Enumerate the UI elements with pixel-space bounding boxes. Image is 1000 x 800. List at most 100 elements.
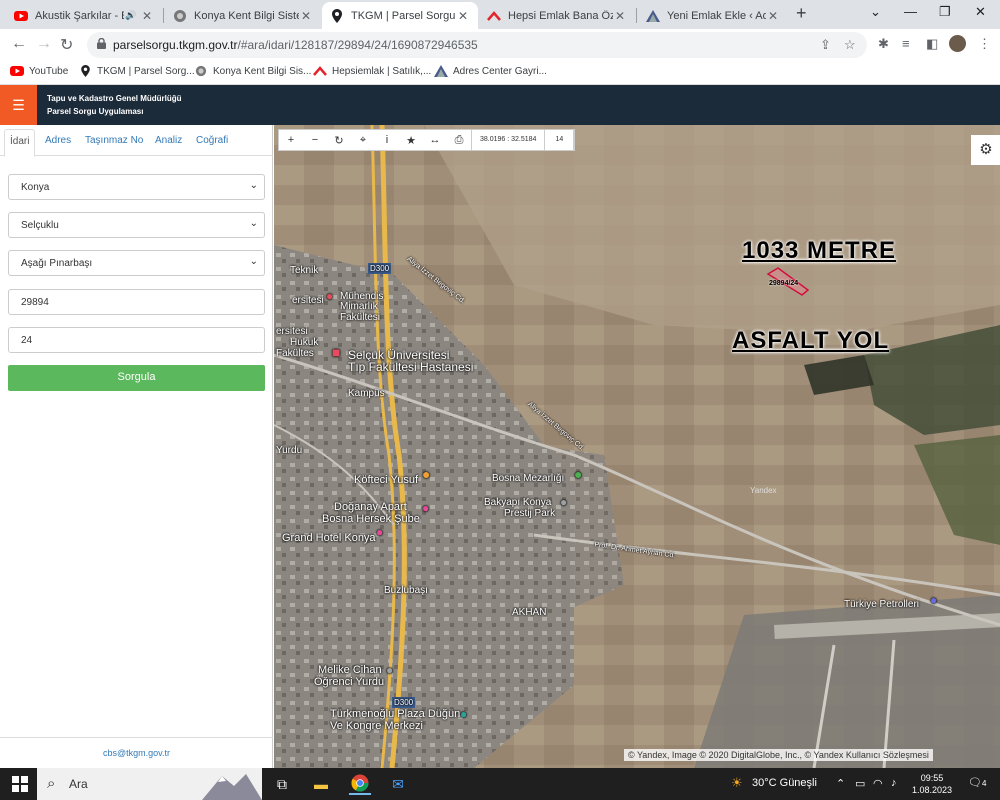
bookmark-adres[interactable]: Adres Center Gayri... — [434, 65, 547, 77]
close-window-button[interactable]: ✕ — [975, 4, 986, 20]
tab-idari[interactable]: İdari — [4, 129, 36, 157]
app-title-line2: Parsel Sorgu Uygulaması — [47, 107, 144, 116]
block-no-input[interactable]: 29894 — [8, 289, 265, 315]
address-bar[interactable]: parselsorgu.tkgm.gov.tr/#ara/idari/12818… — [87, 32, 867, 58]
close-tab-icon[interactable]: ✕ — [140, 9, 154, 23]
zoom-out-icon[interactable]: − — [303, 134, 327, 146]
bookmark-hepsiemlak[interactable]: Hepsiemlak | Satılık,... — [313, 65, 431, 77]
poi-icon[interactable]: ● — [460, 708, 467, 720]
tab-cografi[interactable]: Coğrafi — [196, 135, 228, 146]
satellite-map[interactable]: + − ↻ ⌖ i ★ ↔ ⎙ 38.0196 : 32.5184 14 ⚙ 1… — [274, 125, 1000, 768]
extensions-icon[interactable]: ✱ — [878, 36, 889, 52]
fuel-icon[interactable]: ● — [930, 594, 937, 606]
poi-icon[interactable]: ● — [422, 502, 429, 514]
notification-center-icon[interactable]: 🗨4 — [968, 776, 986, 789]
close-tab-icon[interactable]: ✕ — [299, 9, 313, 23]
place-label: Fakültes — [276, 348, 314, 359]
favorite-star-icon[interactable]: ★ — [399, 134, 423, 147]
browser-tab-strip: Akustik Şarkılar - En Ç 🔊 ✕ Konya Kent B… — [0, 0, 1000, 29]
speaker-icon[interactable]: 🔊 — [124, 9, 138, 23]
cemetery-icon[interactable]: ● — [574, 467, 582, 481]
district-value: Selçuklu — [21, 220, 59, 231]
gear-icon[interactable]: ⚙ — [971, 135, 1000, 165]
tab-analiz[interactable]: Analiz — [155, 135, 182, 146]
bookmark-label: Konya Kent Bilgi Sis... — [213, 65, 312, 77]
poi-icon[interactable]: ● — [560, 496, 567, 508]
browser-tab-youtube[interactable]: Akustik Şarkılar - En Ç 🔊 ✕ — [6, 2, 162, 29]
file-explorer-icon[interactable]: ▬ — [310, 773, 332, 795]
pin-icon — [330, 8, 344, 23]
close-tab-icon[interactable]: ✕ — [613, 9, 627, 23]
menu-kebab-icon[interactable]: ⋮ — [978, 36, 991, 52]
zoom-in-icon[interactable]: + — [279, 134, 303, 146]
bookmark-star-icon[interactable]: ☆ — [844, 37, 856, 53]
measure-icon[interactable]: ↔ — [423, 134, 447, 146]
restore-button[interactable]: ❐ — [939, 4, 951, 20]
minimize-button[interactable]: — — [904, 4, 917, 19]
speaker-icon[interactable]: ♪ — [891, 777, 897, 789]
parcel-no-value: 24 — [21, 335, 33, 346]
tab-search-chevron-icon[interactable]: ⌄ — [870, 4, 881, 20]
district-select[interactable]: Selçuklu ⌄ — [8, 212, 265, 238]
url-host: parselsorgu.tkgm.gov.tr — [113, 38, 238, 52]
reload-button[interactable]: ↻ — [60, 35, 73, 55]
bookmark-kent[interactable]: Konya Kent Bilgi Sis... — [194, 65, 311, 77]
clock-time: 09:55 — [920, 773, 944, 783]
contact-email-link[interactable]: cbs@tkgm.gov.tr — [103, 748, 170, 758]
info-icon[interactable]: i — [375, 134, 399, 146]
task-view-icon[interactable]: ⧉ — [271, 773, 293, 795]
neighborhood-value: Aşağı Pınarbaşı — [21, 258, 93, 269]
mail-icon[interactable]: ✉ — [387, 773, 409, 795]
back-button[interactable]: ← — [11, 35, 27, 53]
locate-icon[interactable]: ⌖ — [351, 134, 375, 147]
block-no-value: 29894 — [21, 297, 49, 308]
share-icon[interactable]: ⇪ — [820, 37, 831, 53]
hamburger-menu-icon[interactable]: ☰ — [0, 85, 37, 125]
new-tab-button[interactable]: + — [796, 3, 807, 24]
province-select[interactable]: Konya ⌄ — [8, 174, 265, 200]
road-annotation: ASFALT YOL — [732, 327, 890, 354]
print-icon[interactable]: ⎙ — [447, 134, 471, 147]
taskbar-search[interactable]: ⌕ Ara — [37, 768, 262, 800]
bookmark-label: Adres Center Gayri... — [453, 65, 547, 77]
device-icon[interactable]: ▭ — [855, 777, 865, 790]
place-label: Ve Kongre Merkezi — [330, 720, 423, 732]
side-panel-icon[interactable]: ◧ — [926, 36, 938, 52]
windows-start-icon[interactable] — [12, 776, 28, 792]
browser-tab-tkgm[interactable]: TKGM | Parsel Sorgu Uygu ✕ — [322, 2, 478, 29]
forward-button[interactable]: → — [36, 35, 52, 53]
parcel-label: 29894/24 — [769, 280, 799, 287]
restaurant-icon[interactable]: ● — [422, 467, 430, 481]
chevron-down-icon: ⌄ — [249, 180, 258, 191]
poi-icon[interactable]: ● — [326, 290, 333, 302]
browser-tab-kent[interactable]: Konya Kent Bilgi Sistemi ✕ — [165, 2, 321, 29]
wifi-icon[interactable]: ◠ — [873, 777, 883, 790]
query-button[interactable]: Sorgula — [8, 365, 265, 391]
show-hidden-icons-chevron-icon[interactable]: ⌃ — [836, 777, 845, 790]
taskbar-clock[interactable]: 09:55 1.08.2023 — [907, 772, 957, 796]
tab-title: Akustik Şarkılar - En Ç — [35, 9, 124, 22]
tab-adres[interactable]: Adres — [45, 135, 71, 146]
hospital-icon[interactable]: ■ — [332, 345, 340, 359]
refresh-icon[interactable]: ↻ — [327, 134, 351, 147]
browser-tab-adres[interactable]: Yeni Emlak Ekle ‹ Adres Ce ✕ — [638, 2, 788, 29]
highway-shield: D300 — [368, 263, 392, 274]
profile-avatar[interactable] — [949, 35, 966, 52]
close-tab-icon[interactable]: ✕ — [766, 9, 780, 23]
bookmark-tkgm[interactable]: TKGM | Parsel Sorg... — [78, 65, 195, 77]
media-queue-icon[interactable]: ≡ — [902, 36, 910, 51]
close-tab-icon[interactable]: ✕ — [456, 9, 470, 23]
chrome-taskbar-icon[interactable] — [349, 773, 371, 795]
weather-icon[interactable]: ☀ — [731, 775, 743, 791]
browser-tab-hepsiemlak[interactable]: Hepsi Emlak Bana Özel ✕ — [479, 2, 635, 29]
bookmark-youtube[interactable]: YouTube — [10, 65, 68, 77]
lock-icon[interactable] — [97, 37, 106, 52]
tab-tasinmaz-no[interactable]: Taşınmaz No — [85, 135, 143, 146]
weather-text[interactable]: 30°C Güneşli — [752, 777, 817, 789]
app-title-line1: Tapu ve Kadastro Genel Müdürlüğü — [47, 94, 182, 103]
parcel-no-input[interactable]: 24 — [8, 327, 265, 353]
poi-icon[interactable]: ● — [376, 526, 383, 538]
poi-icon[interactable]: ● — [386, 664, 393, 676]
neighborhood-select[interactable]: Aşağı Pınarbaşı ⌄ — [8, 250, 265, 276]
query-panel: İdari Adres Taşınmaz No Analiz Coğrafi K… — [0, 125, 273, 768]
